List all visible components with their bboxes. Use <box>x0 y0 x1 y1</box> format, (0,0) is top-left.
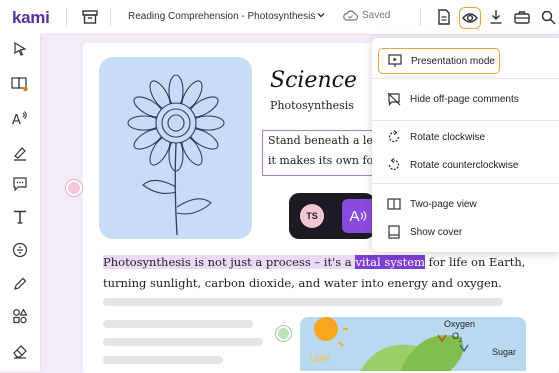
divider <box>66 8 67 26</box>
floating-reader-toolbar: TS A <box>289 193 375 239</box>
cover-icon <box>382 225 406 239</box>
rotate-cw-icon <box>382 130 406 144</box>
placeholder-line <box>103 356 223 364</box>
shapes-icon[interactable] <box>10 306 30 326</box>
dictionary-tool-icon[interactable] <box>10 74 30 94</box>
eraser-icon[interactable] <box>10 341 30 361</box>
rotate-ccw-icon <box>382 158 406 172</box>
o2-text: O <box>452 331 460 341</box>
highlighter-icon[interactable] <box>10 143 30 163</box>
text-box[interactable]: Stand beneath a le it makes its own fo <box>262 130 374 176</box>
paragraph-text: for life on Earth, <box>424 255 526 269</box>
select-tool-icon[interactable] <box>10 39 30 59</box>
menu-item-hide-off-page-comments[interactable]: Hide off-page comments <box>378 87 559 111</box>
page-subheading: Photosynthesis <box>270 99 354 112</box>
menu-divider <box>372 78 559 79</box>
comment-icon[interactable] <box>10 174 30 194</box>
menu-item-rotate-counterclockwise[interactable]: Rotate counterclockwise <box>378 153 559 177</box>
placeholder-line <box>103 320 253 328</box>
two-page-icon <box>382 197 406 211</box>
comment-pin-pink[interactable] <box>66 180 82 196</box>
search-icon[interactable] <box>538 7 558 27</box>
document-title[interactable]: Reading Comprehension - Photosynthesis <box>128 11 315 22</box>
menu-item-label: Two-page view <box>410 198 477 210</box>
sunflower-illustration <box>99 57 252 239</box>
top-toolbar: kami Reading Comprehension - Photosynthe… <box>0 0 559 35</box>
eye-icon[interactable] <box>459 7 481 29</box>
menu-item-label: Presentation mode <box>411 55 495 67</box>
page-heading: Science <box>270 68 357 93</box>
light-label: Light <box>310 353 330 363</box>
divider <box>420 8 421 26</box>
divider <box>110 8 111 26</box>
svg-text:A: A <box>12 113 21 126</box>
menu-item-show-cover[interactable]: Show cover <box>378 220 559 244</box>
comment-off-icon <box>382 92 406 106</box>
o2-label: O2 <box>452 331 463 344</box>
kami-logo[interactable]: kami <box>12 8 50 28</box>
saved-label: Saved <box>362 10 391 21</box>
tts-label: A <box>349 207 360 225</box>
highlighted-text[interactable]: Photosynthesis is not just a process – i… <box>103 255 356 269</box>
highlighted-vital-system[interactable]: vital system <box>355 255 425 269</box>
placeholder-line <box>103 298 503 306</box>
presentation-icon <box>383 54 407 68</box>
pen-icon[interactable] <box>10 274 30 294</box>
paragraph-line-1: Photosynthesis is not just a process – i… <box>103 255 525 269</box>
sound-waves-icon <box>360 211 366 221</box>
menu-item-two-page-view[interactable]: Two-page view <box>378 192 559 216</box>
menu-item-rotate-clockwise[interactable]: Rotate clockwise <box>378 125 559 149</box>
placeholder-line <box>103 338 263 346</box>
comment-pin-green[interactable] <box>276 326 291 341</box>
briefcase-icon[interactable] <box>512 7 532 27</box>
menu-item-presentation-mode[interactable]: Presentation mode <box>378 48 500 74</box>
text-box-line: Stand beneath a le <box>268 134 373 147</box>
menu-item-label: Hide off-page comments <box>410 93 519 105</box>
menu-item-label: Rotate counterclockwise <box>410 159 519 171</box>
equation-icon[interactable] <box>10 240 30 260</box>
sugar-label: Sugar <box>492 347 517 357</box>
text-to-speech-icon[interactable]: A <box>10 108 30 128</box>
avatar[interactable]: TS <box>300 204 324 228</box>
view-options-menu: Presentation mode Hide off-page comments… <box>372 38 559 252</box>
menu-item-label: Rotate clockwise <box>410 131 486 143</box>
oxygen-label: Oxygen <box>444 319 476 329</box>
photosynthesis-illustration: Oxygen O2 Sugar Light <box>300 317 526 371</box>
download-icon[interactable] <box>486 7 506 27</box>
tool-sidebar: A <box>0 34 41 371</box>
chevron-down-icon[interactable] <box>316 10 326 20</box>
archive-icon[interactable] <box>80 7 100 27</box>
text-to-speech-button[interactable]: A <box>342 199 375 233</box>
menu-divider <box>372 183 559 184</box>
paragraph-line-2: turning sunlight, carbon dioxide, and wa… <box>103 276 502 290</box>
text-box-line: it makes its own fo <box>268 154 374 167</box>
menu-divider <box>372 120 559 121</box>
file-icon[interactable] <box>434 7 454 27</box>
cloud-icon <box>343 10 358 21</box>
menu-item-label: Show cover <box>410 226 463 238</box>
text-icon[interactable] <box>10 207 30 227</box>
saved-status: Saved <box>343 10 390 21</box>
